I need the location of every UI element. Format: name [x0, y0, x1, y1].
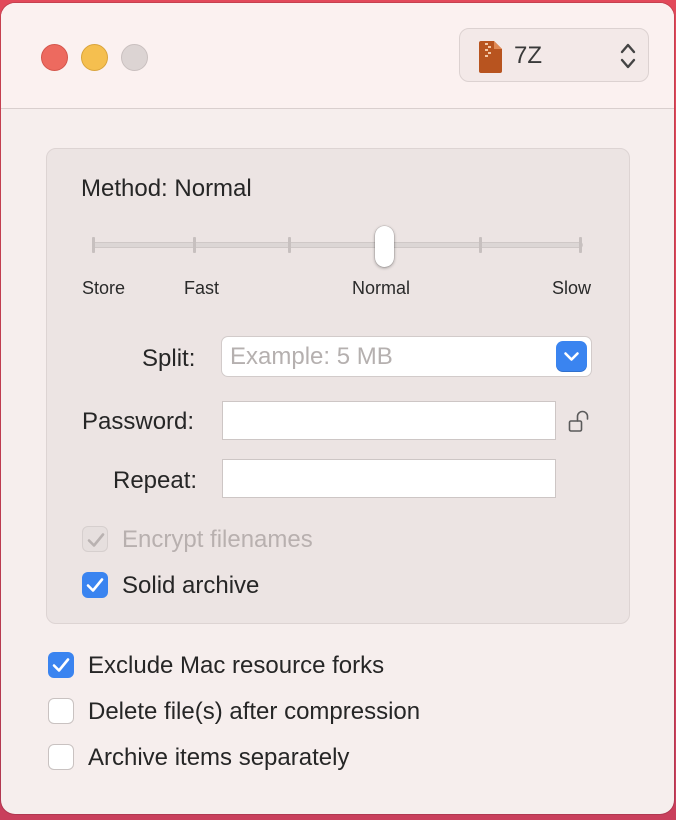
slider-label-normal: Normal: [352, 278, 411, 298]
archive-file-icon: [479, 41, 502, 73]
repeat-label: Repeat:: [113, 467, 198, 494]
slider-tick: [193, 237, 196, 253]
format-label: 7Z: [514, 42, 543, 69]
split-dropdown-button[interactable]: [556, 341, 587, 372]
split-combo-box[interactable]: [221, 336, 592, 377]
delete-files-after-compression-label: Delete file(s) after compression: [88, 698, 421, 725]
delete-files-after-compression-checkbox[interactable]: [48, 698, 74, 724]
chevron-down-icon: [564, 352, 579, 361]
split-label: Split:: [142, 345, 196, 372]
slider-tick: [479, 237, 482, 253]
up-down-chevron-icon: [620, 43, 636, 69]
slider-label-fast: Fast: [184, 278, 220, 298]
encrypt-filenames-checkbox[interactable]: [82, 526, 108, 552]
password-field[interactable]: [222, 401, 556, 440]
unlocked-icon[interactable]: [568, 410, 592, 434]
password-label: Password:: [82, 408, 195, 435]
slider-label-store: Store: [82, 278, 126, 298]
slider-tick: [288, 237, 291, 253]
solid-archive-checkbox[interactable]: [82, 572, 108, 598]
checkmark-icon: [86, 578, 104, 592]
format-select[interactable]: 7Z: [459, 28, 649, 82]
zoom-button[interactable]: [121, 44, 148, 71]
minimize-button[interactable]: [81, 44, 108, 71]
compression-slider-track[interactable]: [92, 242, 583, 248]
method-label: Method: Normal: [81, 175, 252, 202]
compression-slider-knob[interactable]: [375, 226, 394, 267]
repeat-password-field[interactable]: [222, 459, 556, 498]
encrypt-filenames-label: Encrypt filenames: [122, 526, 313, 553]
close-button[interactable]: [41, 44, 68, 71]
slider-tick: [579, 237, 582, 253]
archive-items-separately-checkbox[interactable]: [48, 744, 74, 770]
slider-tick: [92, 237, 95, 253]
exclude-mac-resource-forks-label: Exclude Mac resource forks: [88, 652, 385, 679]
checkmark-icon: [87, 533, 105, 547]
split-input[interactable]: [228, 341, 552, 373]
slider-label-slow: Slow: [552, 278, 592, 298]
solid-archive-label: Solid archive: [122, 572, 260, 599]
checkmark-icon: [52, 658, 70, 672]
exclude-mac-resource-forks-checkbox[interactable]: [48, 652, 74, 678]
archive-items-separately-label: Archive items separately: [88, 744, 350, 771]
title-bar: 7Z: [1, 3, 674, 109]
